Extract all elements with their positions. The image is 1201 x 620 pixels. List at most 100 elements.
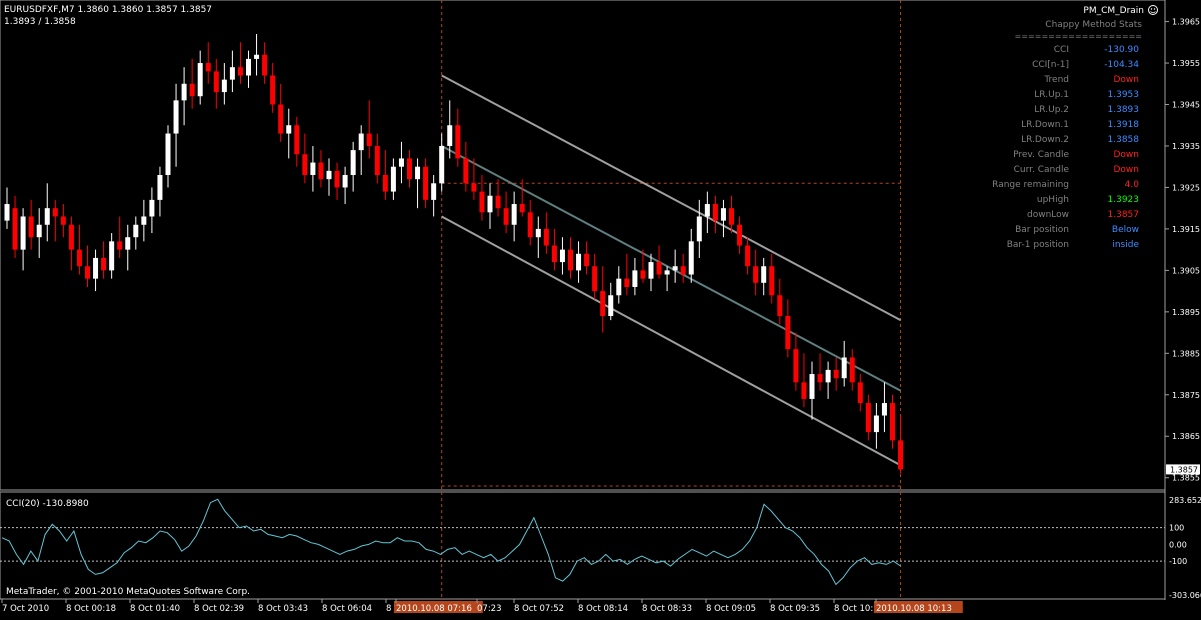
candle-body <box>221 79 227 93</box>
time-tick-label: 8 Oct 00:18 <box>66 604 116 614</box>
candle-body <box>334 170 340 188</box>
candle-body <box>278 104 284 134</box>
candle-body <box>165 133 171 176</box>
candle <box>777 278 783 325</box>
stat-label: downLow <box>1027 210 1069 220</box>
chart-window[interactable]: 1.3965 1.3955 1.3945 1.3935 1.3925 1.3915 1.39… <box>0 0 1201 616</box>
candle <box>76 224 82 275</box>
candle-body <box>559 249 565 263</box>
stat-value: 4.0 <box>1125 180 1140 190</box>
candle-body <box>447 125 453 146</box>
cci-title: CCI(20) -130.8980 <box>6 499 89 509</box>
candle-body <box>318 162 324 180</box>
stat-label: Prev. Candle <box>1013 150 1069 160</box>
candle-body <box>600 291 606 316</box>
candle-body <box>463 158 469 184</box>
candle-body <box>881 403 887 416</box>
candle <box>680 253 686 283</box>
stat-label: LR.Up.1 <box>1034 90 1069 100</box>
candle-body <box>785 315 791 350</box>
candle-body <box>4 204 10 221</box>
channel-lower-line <box>441 215 902 467</box>
price-pane-border <box>0 0 1166 491</box>
candle <box>793 332 799 391</box>
stat-value: 1.3918 <box>1108 120 1140 130</box>
candle <box>745 237 751 275</box>
candle <box>366 100 372 159</box>
candle <box>873 403 879 449</box>
candle-body <box>753 266 759 283</box>
candle <box>881 382 887 433</box>
candle <box>350 141 356 192</box>
price-tick-label: 1.3885 <box>1172 349 1200 358</box>
candle <box>487 183 493 229</box>
candlestick-series[interactable] <box>4 34 904 474</box>
indicator-subtitle: Chappy Method Stats <box>1045 20 1142 30</box>
candle <box>664 266 670 292</box>
candle <box>865 394 871 441</box>
candle-body <box>68 224 74 250</box>
stat-value: 1.3953 <box>1108 90 1140 100</box>
candle-body <box>471 183 477 192</box>
candle <box>197 50 203 105</box>
candle <box>254 34 260 76</box>
stat-value: 1.3923 <box>1108 195 1140 205</box>
candle <box>890 394 895 449</box>
candle <box>704 191 710 234</box>
candle <box>817 353 823 391</box>
cci-indicator <box>0 498 1165 586</box>
candle-body <box>205 63 211 72</box>
candle-body <box>664 270 670 275</box>
candle-body <box>117 241 123 250</box>
candle-body <box>181 83 187 101</box>
candle <box>133 216 139 250</box>
candle-body <box>101 257 107 271</box>
candle-body <box>857 382 863 404</box>
stat-value: -130.90 <box>1104 45 1139 55</box>
candle <box>720 199 726 238</box>
candle <box>318 150 324 188</box>
cci-tick-label: -100 <box>1169 557 1187 566</box>
candle-body <box>76 249 82 267</box>
candle <box>551 228 557 271</box>
candle-body <box>20 216 26 250</box>
marker-lines <box>441 0 902 600</box>
candle-body <box>173 100 179 134</box>
candle-body <box>246 58 251 76</box>
cci-tick-label: 283.652 <box>1169 496 1201 505</box>
stat-label: Bar position <box>1015 225 1069 235</box>
candle-body <box>85 266 90 279</box>
candle-body <box>511 204 517 225</box>
price-tick-label: 1.3945 <box>1172 101 1200 110</box>
price-tick-label: 1.3965 <box>1172 18 1200 27</box>
candle <box>68 216 74 271</box>
candle-body <box>849 357 855 383</box>
candle <box>382 150 388 200</box>
candle <box>36 208 42 258</box>
candle-body <box>52 208 58 217</box>
chart-canvas[interactable]: 1.3965 1.3955 1.3945 1.3935 1.3925 1.3915 1.39… <box>0 0 1201 616</box>
cci-tick-label: -303.066 <box>1169 591 1201 600</box>
candle-body <box>28 216 34 238</box>
stat-label: Curr. Candle <box>1014 165 1070 175</box>
time-tick-label: 7 Oct 2010 <box>2 604 49 614</box>
stat-label: Trend <box>1043 75 1069 85</box>
candle <box>841 340 847 387</box>
candle <box>213 58 219 109</box>
candle-body <box>189 83 195 97</box>
candle-body <box>390 166 396 192</box>
candle-body <box>342 175 348 188</box>
candle-body <box>793 349 799 383</box>
candle-body <box>680 266 686 275</box>
candle-body <box>93 257 99 279</box>
candle-body <box>527 212 533 238</box>
candle-body <box>254 54 260 59</box>
candle <box>294 116 300 167</box>
candle-body <box>890 403 895 441</box>
candle <box>286 108 292 159</box>
candle <box>310 145 316 192</box>
candle <box>527 199 533 246</box>
candle-body <box>535 228 541 238</box>
price-tick-label: 1.3915 <box>1172 225 1200 234</box>
candle <box>511 191 517 242</box>
